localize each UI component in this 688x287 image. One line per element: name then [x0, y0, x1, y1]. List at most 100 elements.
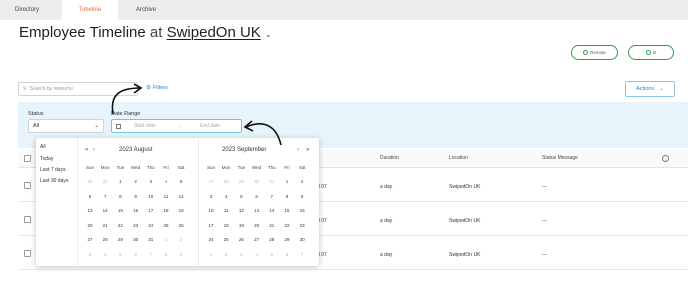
calendar-day[interactable]: 5 — [266, 252, 278, 257]
calendar-day[interactable]: 17 — [145, 208, 157, 213]
preset-last-7-days[interactable]: Last 7 days — [40, 167, 66, 173]
calendar-day[interactable]: 6 — [130, 252, 142, 257]
calendar-day[interactable]: 2 — [220, 252, 232, 257]
calendar-day[interactable]: 30 — [130, 237, 142, 242]
calendar-day[interactable]: 27 — [251, 237, 263, 242]
calendar-day[interactable]: 15 — [114, 208, 126, 213]
gear-icon[interactable] — [662, 155, 669, 162]
calendar-day[interactable]: 17 — [205, 223, 217, 228]
calendar-day[interactable]: 24 — [145, 223, 157, 228]
next-year-button[interactable]: » — [306, 147, 309, 153]
calendar-day[interactable]: 31 — [266, 179, 278, 184]
calendar-day[interactable]: 1 — [205, 252, 217, 257]
calendar-day[interactable]: 8 — [160, 252, 172, 257]
calendar-day[interactable]: 27 — [205, 179, 217, 184]
calendar-day[interactable]: 13 — [84, 208, 96, 213]
calendar-day[interactable]: 6 — [281, 252, 293, 257]
tab-timeline[interactable]: Timeline — [62, 0, 118, 20]
calendar-day[interactable]: 21 — [266, 223, 278, 228]
calendar-day[interactable]: 8 — [281, 194, 293, 199]
calendar-day[interactable]: 20 — [251, 223, 263, 228]
calendar-day[interactable]: 14 — [99, 208, 111, 213]
calendar-day[interactable]: 5 — [114, 252, 126, 257]
calendar-day[interactable]: 9 — [175, 252, 187, 257]
calendar-day[interactable]: 13 — [251, 208, 263, 213]
end-date-input[interactable]: End date — [200, 123, 220, 129]
calendar-day[interactable]: 29 — [235, 179, 247, 184]
column-location[interactable]: Location — [449, 155, 468, 161]
row-checkbox[interactable] — [24, 216, 31, 223]
search-input[interactable]: ⚲ Search by resource — [18, 82, 138, 96]
calendar-month-title[interactable]: 2023 September — [222, 147, 266, 153]
calendar-day[interactable]: 22 — [281, 223, 293, 228]
calendar-day[interactable]: 27 — [84, 237, 96, 242]
row-checkbox[interactable] — [24, 250, 31, 257]
calendar-day[interactable]: 5 — [175, 179, 187, 184]
calendar-day[interactable]: 5 — [235, 194, 247, 199]
calendar-day[interactable]: 19 — [175, 208, 187, 213]
calendar-day[interactable]: 2 — [296, 179, 308, 184]
calendar-day[interactable]: 18 — [160, 208, 172, 213]
calendar-day[interactable]: 3 — [145, 179, 157, 184]
calendar-day[interactable]: 18 — [220, 223, 232, 228]
preset-all[interactable]: All — [40, 144, 46, 150]
calendar-day[interactable]: 22 — [114, 223, 126, 228]
calendar-day[interactable]: 4 — [99, 252, 111, 257]
next-month-button[interactable]: › — [297, 147, 299, 153]
calendar-day[interactable]: 8 — [114, 194, 126, 199]
in-button[interactable]: In — [628, 45, 674, 60]
calendar-month-title[interactable]: 2023 August — [119, 147, 152, 153]
column-status-message[interactable]: Status Message — [542, 155, 578, 161]
chevron-down-icon[interactable]: ⌄ — [265, 30, 272, 39]
calendar-day[interactable]: 30 — [251, 179, 263, 184]
tab-archive[interactable]: Archive — [118, 0, 174, 20]
calendar-day[interactable]: 26 — [175, 223, 187, 228]
tab-directory[interactable]: Directory — [0, 0, 54, 20]
calendar-day[interactable]: 30 — [296, 237, 308, 242]
prev-month-button[interactable]: ‹ — [93, 147, 95, 153]
start-date-input[interactable]: Start date — [134, 123, 156, 129]
select-all-checkbox[interactable] — [24, 155, 31, 162]
calendar-day[interactable]: 28 — [99, 237, 111, 242]
date-range-input[interactable]: Start date → End date — [111, 119, 242, 133]
calendar-day[interactable]: 7 — [99, 194, 111, 199]
calendar-day[interactable]: 28 — [220, 179, 232, 184]
calendar-day[interactable]: 16 — [296, 208, 308, 213]
calendar-day[interactable]: 19 — [235, 223, 247, 228]
calendar-day[interactable]: 25 — [220, 237, 232, 242]
calendar-day[interactable]: 10 — [145, 194, 157, 199]
calendar-day[interactable]: 11 — [160, 194, 172, 199]
calendar-day[interactable]: 2 — [175, 237, 187, 242]
calendar-day[interactable]: 15 — [281, 208, 293, 213]
calendar-day[interactable]: 14 — [266, 208, 278, 213]
calendar-day[interactable]: 29 — [114, 237, 126, 242]
calendar-day[interactable]: 1 — [281, 179, 293, 184]
calendar-day[interactable]: 26 — [235, 237, 247, 242]
status-select[interactable]: All ⌄ — [28, 119, 104, 133]
column-duration[interactable]: Duration — [380, 155, 399, 161]
calendar-day[interactable]: 31 — [145, 237, 157, 242]
calendar-day[interactable]: 29 — [281, 237, 293, 242]
calendar-day[interactable]: 7 — [266, 194, 278, 199]
calendar-day[interactable]: 6 — [84, 194, 96, 199]
calendar-day[interactable]: 7 — [296, 252, 308, 257]
calendar-day[interactable]: 28 — [266, 237, 278, 242]
calendar-day[interactable]: 1 — [114, 179, 126, 184]
preset-last-30-days[interactable]: Last 30 days — [40, 178, 68, 184]
calendar-day[interactable]: 9 — [296, 194, 308, 199]
prev-year-button[interactable]: « — [85, 147, 88, 153]
calendar-day[interactable]: 6 — [251, 194, 263, 199]
calendar-day[interactable]: 10 — [205, 208, 217, 213]
calendar-day[interactable]: 2 — [130, 179, 142, 184]
preset-today[interactable]: Today — [40, 156, 53, 162]
calendar-day[interactable]: 23 — [296, 223, 308, 228]
calendar-day[interactable]: 7 — [145, 252, 157, 257]
calendar-day[interactable]: 4 — [160, 179, 172, 184]
calendar-day[interactable]: 31 — [99, 179, 111, 184]
filters-button[interactable]: ⚙ Filters — [146, 85, 168, 91]
calendar-day[interactable]: 3 — [205, 194, 217, 199]
calendar-day[interactable]: 1 — [160, 237, 172, 242]
actions-button[interactable]: Actions ⌄ — [625, 81, 675, 97]
remote-button[interactable]: Remote — [571, 45, 618, 60]
row-checkbox[interactable] — [24, 182, 31, 189]
